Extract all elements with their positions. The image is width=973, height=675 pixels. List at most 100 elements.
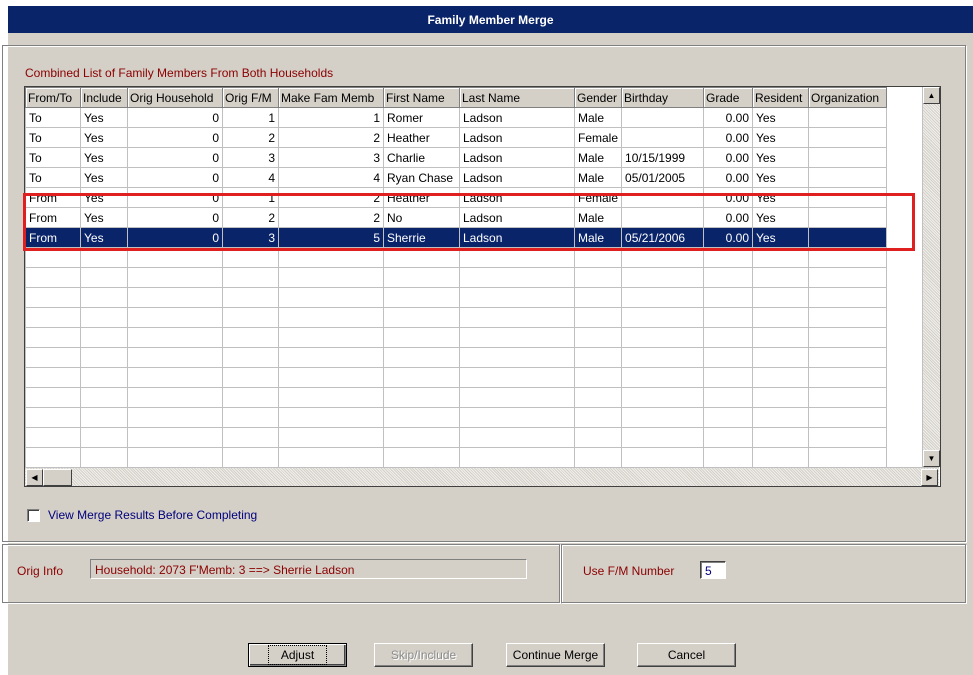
empty-cell[interactable] — [459, 427, 575, 448]
empty-cell[interactable] — [222, 407, 279, 428]
empty-cell[interactable] — [25, 307, 81, 328]
cell-grade[interactable]: 0.00 — [703, 107, 754, 128]
scroll-up-icon[interactable]: ▲ — [923, 87, 940, 104]
cell-birthday[interactable]: 05/21/2006 — [621, 227, 705, 248]
cell-from-to[interactable]: From — [25, 227, 81, 248]
empty-cell[interactable] — [573, 267, 623, 288]
cell-organization[interactable] — [808, 167, 888, 188]
empty-cell[interactable] — [278, 347, 384, 368]
cell-birthday[interactable] — [621, 207, 705, 228]
empty-cell[interactable] — [127, 407, 223, 428]
empty-cell[interactable] — [278, 307, 384, 328]
skip-include-button[interactable]: Skip/Include — [374, 643, 473, 667]
view-merge-results-option[interactable]: View Merge Results Before Completing — [27, 508, 257, 522]
empty-cell[interactable] — [752, 307, 810, 328]
empty-cell[interactable] — [25, 347, 81, 368]
empty-cell[interactable] — [383, 447, 460, 468]
cell-include[interactable]: Yes — [80, 127, 128, 148]
empty-cell[interactable] — [80, 447, 128, 468]
empty-cell[interactable] — [703, 427, 754, 448]
scroll-down-icon[interactable]: ▼ — [923, 450, 940, 467]
cell-first-name[interactable]: Romer — [383, 107, 460, 128]
empty-cell[interactable] — [278, 387, 384, 408]
empty-cell[interactable] — [222, 307, 279, 328]
cell-last-name[interactable]: Ladson — [459, 127, 575, 148]
cell-birthday[interactable] — [621, 187, 705, 208]
empty-cell[interactable] — [703, 307, 754, 328]
empty-cell[interactable] — [703, 407, 754, 428]
cell-resident[interactable]: Yes — [752, 167, 810, 188]
empty-cell[interactable] — [80, 247, 128, 268]
empty-cell[interactable] — [459, 407, 575, 428]
family-members-grid[interactable]: From/To Include Orig Household Orig F/M … — [24, 86, 941, 487]
empty-cell[interactable] — [383, 267, 460, 288]
empty-cell[interactable] — [703, 387, 754, 408]
empty-cell[interactable] — [127, 367, 223, 388]
empty-cell[interactable] — [573, 287, 623, 308]
empty-cell[interactable] — [278, 367, 384, 388]
empty-table-row[interactable] — [25, 387, 888, 408]
cell-organization[interactable] — [808, 187, 888, 208]
view-merge-results-checkbox[interactable] — [27, 508, 40, 522]
empty-cell[interactable] — [278, 327, 384, 348]
empty-cell[interactable] — [703, 347, 754, 368]
cell-birthday[interactable]: 05/01/2005 — [621, 167, 705, 188]
cell-first-name[interactable]: Charlie — [383, 147, 460, 168]
cell-from-to[interactable]: To — [25, 127, 81, 148]
empty-cell[interactable] — [25, 287, 81, 308]
empty-cell[interactable] — [222, 327, 279, 348]
cell-grade[interactable]: 0.00 — [703, 127, 754, 148]
cancel-button[interactable]: Cancel — [637, 643, 736, 667]
cell-first-name[interactable]: Ryan Chase — [383, 167, 460, 188]
cell-orig-household[interactable]: 0 — [127, 167, 223, 188]
empty-cell[interactable] — [573, 247, 623, 268]
cell-grade[interactable]: 0.00 — [703, 187, 754, 208]
empty-cell[interactable] — [25, 447, 81, 468]
adjust-button[interactable]: Adjust — [248, 643, 347, 667]
empty-cell[interactable] — [808, 347, 888, 368]
cell-orig-household[interactable]: 0 — [127, 147, 223, 168]
cell-gender[interactable]: Male — [573, 147, 623, 168]
cell-orig-fm[interactable]: 3 — [222, 227, 279, 248]
empty-cell[interactable] — [752, 427, 810, 448]
empty-cell[interactable] — [278, 247, 384, 268]
cell-last-name[interactable]: Ladson — [459, 187, 575, 208]
empty-cell[interactable] — [459, 267, 575, 288]
empty-cell[interactable] — [621, 447, 705, 468]
empty-table-row[interactable] — [25, 267, 888, 288]
empty-table-row[interactable] — [25, 247, 888, 268]
scroll-right-icon[interactable]: ▶ — [921, 469, 938, 486]
empty-cell[interactable] — [808, 267, 888, 288]
cell-grade[interactable]: 0.00 — [703, 227, 754, 248]
empty-table-row[interactable] — [25, 287, 888, 308]
horizontal-scroll-thumb[interactable] — [43, 469, 72, 486]
empty-cell[interactable] — [278, 267, 384, 288]
cell-grade[interactable]: 0.00 — [703, 207, 754, 228]
empty-cell[interactable] — [573, 327, 623, 348]
cell-make-fam-memb[interactable]: 1 — [278, 107, 384, 128]
col-header-organization[interactable]: Organization — [808, 87, 888, 108]
cell-grade[interactable]: 0.00 — [703, 147, 754, 168]
empty-cell[interactable] — [459, 447, 575, 468]
empty-cell[interactable] — [383, 287, 460, 308]
empty-cell[interactable] — [573, 387, 623, 408]
cell-make-fam-memb[interactable]: 2 — [278, 207, 384, 228]
cell-include[interactable]: Yes — [80, 147, 128, 168]
cell-organization[interactable] — [808, 207, 888, 228]
empty-cell[interactable] — [808, 407, 888, 428]
empty-cell[interactable] — [278, 447, 384, 468]
cell-include[interactable]: Yes — [80, 227, 128, 248]
empty-table-row[interactable] — [25, 327, 888, 348]
scroll-left-icon[interactable]: ◀ — [26, 469, 43, 486]
empty-cell[interactable] — [80, 287, 128, 308]
empty-cell[interactable] — [459, 347, 575, 368]
cell-gender[interactable]: Female — [573, 187, 623, 208]
cell-birthday[interactable] — [621, 107, 705, 128]
empty-cell[interactable] — [752, 327, 810, 348]
cell-gender[interactable]: Male — [573, 107, 623, 128]
cell-organization[interactable] — [808, 127, 888, 148]
empty-cell[interactable] — [383, 367, 460, 388]
empty-cell[interactable] — [127, 347, 223, 368]
empty-table-row[interactable] — [25, 407, 888, 428]
cell-resident[interactable]: Yes — [752, 227, 810, 248]
